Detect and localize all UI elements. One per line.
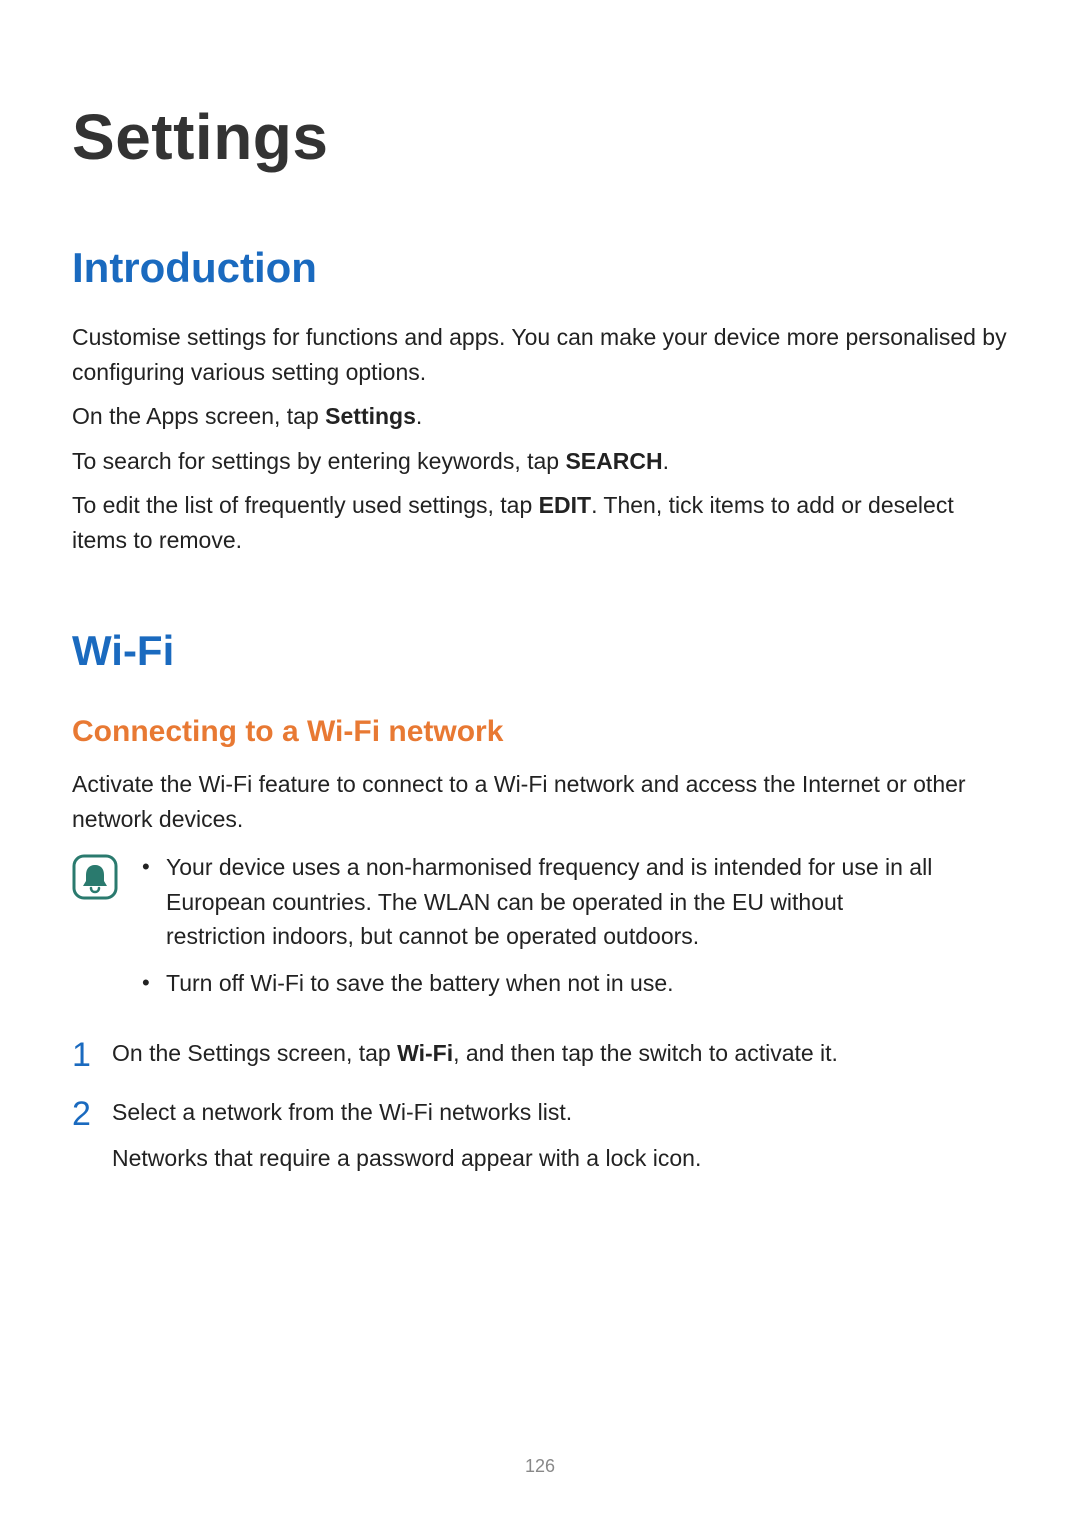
text-fragment: To edit the list of frequently used sett…: [72, 492, 539, 518]
bell-note-icon: [72, 854, 118, 900]
intro-paragraph-2: On the Apps screen, tap Settings.: [72, 399, 1008, 434]
bold-edit: EDIT: [539, 492, 591, 518]
intro-paragraph-1: Customise settings for functions and app…: [72, 320, 1008, 389]
note-item: Turn off Wi-Fi to save the battery when …: [142, 966, 948, 1001]
page-number: 126: [0, 1456, 1080, 1477]
heading-introduction: Introduction: [72, 244, 1008, 292]
step-item-1: On the Settings screen, tap Wi-Fi, and t…: [72, 1036, 1008, 1071]
step-main-text: Select a network from the Wi-Fi networks…: [112, 1099, 572, 1125]
bold-settings: Settings: [325, 403, 416, 429]
page-title: Settings: [72, 100, 1008, 174]
steps-list: On the Settings screen, tap Wi-Fi, and t…: [72, 1036, 1008, 1176]
section-wifi: Wi-Fi Connecting to a Wi-Fi network Acti…: [72, 627, 1008, 1176]
note-block: Your device uses a non-harmonised freque…: [72, 850, 1008, 1012]
wifi-paragraph-1: Activate the Wi-Fi feature to connect to…: [72, 767, 1008, 836]
section-introduction: Introduction Customise settings for func…: [72, 244, 1008, 557]
note-item: Your device uses a non-harmonised freque…: [142, 850, 948, 954]
bold-search: SEARCH: [565, 448, 662, 474]
bold-wifi: Wi-Fi: [397, 1040, 453, 1066]
text-fragment: .: [663, 448, 669, 474]
text-fragment: To search for settings by entering keywo…: [72, 448, 565, 474]
heading-wifi: Wi-Fi: [72, 627, 1008, 675]
subheading-connecting: Connecting to a Wi-Fi network: [72, 715, 1008, 749]
text-fragment: , and then tap the switch to activate it…: [453, 1040, 838, 1066]
step-item-2: Select a network from the Wi-Fi networks…: [72, 1095, 1008, 1176]
document-page: Settings Introduction Customise settings…: [0, 0, 1080, 1527]
text-fragment: On the Settings screen, tap: [112, 1040, 397, 1066]
intro-paragraph-3: To search for settings by entering keywo…: [72, 444, 1008, 479]
text-fragment: On the Apps screen, tap: [72, 403, 325, 429]
text-fragment: .: [416, 403, 422, 429]
note-list: Your device uses a non-harmonised freque…: [142, 850, 1008, 1012]
step-sub-text: Networks that require a password appear …: [112, 1141, 1008, 1176]
intro-paragraph-4: To edit the list of frequently used sett…: [72, 488, 1008, 557]
